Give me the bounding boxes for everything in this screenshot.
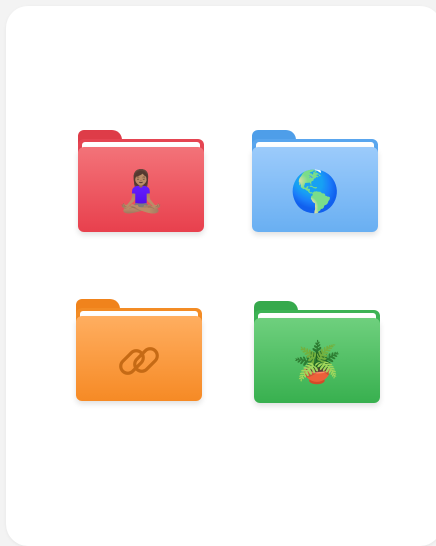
folder-green[interactable]: 🪴	[254, 301, 380, 403]
folder-front: 🌎	[252, 147, 378, 232]
person-meditating-icon: 🧘🏽‍♀️	[116, 168, 166, 215]
potted-plant-icon: 🪴	[292, 339, 342, 386]
folder-grid-card: 🧘🏽‍♀️ 🌎 🪴	[6, 6, 436, 546]
link-icon	[119, 346, 159, 375]
folder-blue[interactable]: 🌎	[252, 130, 378, 232]
folder-orange[interactable]	[76, 299, 202, 401]
folder-red[interactable]: 🧘🏽‍♀️	[78, 130, 204, 232]
globe-americas-icon: 🌎	[290, 168, 340, 215]
folder-front: 🪴	[254, 318, 380, 403]
folder-front	[76, 316, 202, 401]
folder-front: 🧘🏽‍♀️	[78, 147, 204, 232]
